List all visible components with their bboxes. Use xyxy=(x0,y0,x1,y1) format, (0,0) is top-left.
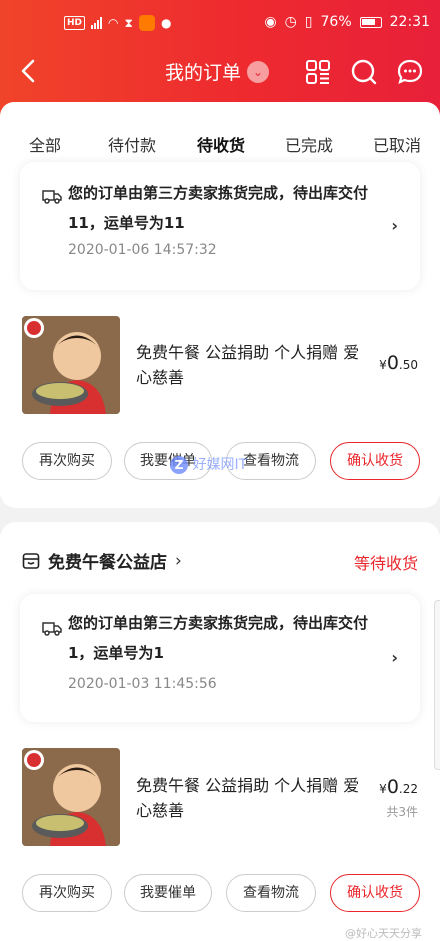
chevron-right-icon: › xyxy=(175,550,182,571)
page-title: 我的订单 xyxy=(165,62,242,84)
hd-badge: HD xyxy=(64,16,86,30)
tab-cancelled[interactable]: 已取消 xyxy=(373,132,421,156)
side-scroll-handle[interactable] xyxy=(434,600,440,770)
weibo-watermark: @好心天天分享 xyxy=(345,927,422,940)
shipping-info-box[interactable]: 您的订单由第三方卖家拣货完成，待出库交付11，运单号为11 2020-01-06… xyxy=(20,162,420,290)
vibrate-icon: ▯ xyxy=(304,14,313,30)
chevron-right-icon: › xyxy=(391,216,398,235)
price-symbol: ¥ xyxy=(379,782,387,796)
product-image[interactable] xyxy=(22,748,120,846)
eye-icon: ◉ xyxy=(264,14,277,30)
message-icon[interactable] xyxy=(396,58,424,86)
alarm-icon: ◷ xyxy=(284,14,297,30)
back-button[interactable] xyxy=(14,56,44,86)
chevron-right-icon: › xyxy=(391,648,398,667)
tab-pending-payment[interactable]: 待付款 xyxy=(108,132,156,156)
wifi-icon: ◠ xyxy=(108,16,119,30)
signal-icon xyxy=(91,17,103,29)
order-card: 免费午餐公益店 › 等待收货 您的订单由第三方卖家拣货完成，待出库交付1，运单号… xyxy=(0,522,440,941)
product-photo-icon xyxy=(22,748,120,846)
store-name: 免费午餐公益店 xyxy=(48,553,167,573)
product-price: ¥0.22 xyxy=(379,776,418,798)
tab-pending-receipt[interactable]: 待收货 xyxy=(197,132,245,156)
product-name[interactable]: 免费午餐 公益捐助 个人捐赠 爱心慈善 xyxy=(136,773,366,823)
tab-completed[interactable]: 已完成 xyxy=(285,132,333,156)
category-grid-icon[interactable] xyxy=(304,58,332,86)
clock-time: 22:31 xyxy=(389,14,430,30)
order-status: 等待收货 xyxy=(353,554,418,573)
price-decimal: .22 xyxy=(398,782,418,796)
back-arrow-icon xyxy=(21,59,35,83)
search-icon[interactable] xyxy=(350,58,378,86)
chevron-down-icon: ⌄ xyxy=(247,60,270,83)
shipping-info-text: 您的订单由第三方卖家拣货完成，待出库交付1，运单号为1 xyxy=(68,614,369,662)
wechat-icon: ● xyxy=(160,16,172,30)
price-integer: 0 xyxy=(386,776,399,798)
store-icon xyxy=(22,552,40,569)
shipping-time: 2020-01-06 14:57:32 xyxy=(68,242,217,258)
watermark-text: 好媒网IT xyxy=(192,457,248,473)
view-logistics-button[interactable]: 查看物流 xyxy=(226,874,316,912)
buy-again-button[interactable]: 再次购买 xyxy=(22,874,112,912)
price-integer: 0 xyxy=(386,352,399,374)
hourglass-icon: ⧗ xyxy=(124,15,133,30)
battery-icon xyxy=(359,16,382,28)
truck-icon xyxy=(42,190,62,204)
nav-bar: 我的订单 ⌄ xyxy=(0,44,440,100)
store-link[interactable]: 免费午餐公益店 › xyxy=(22,548,182,573)
shipping-info-box[interactable]: 您的订单由第三方卖家拣货完成，待出库交付1，运单号为1 2020-01-03 1… xyxy=(20,594,420,722)
price-symbol: ¥ xyxy=(379,358,387,372)
product-price: ¥0.50 xyxy=(379,352,418,374)
battery-percent: 76% xyxy=(320,14,352,30)
truck-icon xyxy=(42,622,62,636)
shipping-time: 2020-01-03 11:45:56 xyxy=(68,676,217,692)
title-dropdown[interactable]: 我的订单 ⌄ xyxy=(165,58,270,85)
price-decimal: .50 xyxy=(398,358,418,372)
item-quantity: 共3件 xyxy=(386,805,418,819)
status-right: ◉ ◷ ▯ 76% 22:31 xyxy=(264,14,430,30)
app-notification-icon xyxy=(138,15,155,31)
status-left: HD ◠ ⧗ ● xyxy=(64,15,171,31)
urge-order-button[interactable]: 我要催单 xyxy=(124,874,212,912)
site-watermark: Z 好媒网IT xyxy=(170,454,247,474)
status-bar: HD ◠ ⧗ ● ◉ ◷ ▯ 76% 22:31 xyxy=(0,0,440,44)
confirm-receipt-button[interactable]: 确认收货 xyxy=(330,874,420,912)
product-image[interactable] xyxy=(22,316,120,414)
confirm-receipt-button[interactable]: 确认收货 xyxy=(330,442,420,480)
shipping-info-text: 您的订单由第三方卖家拣货完成，待出库交付11，运单号为11 xyxy=(68,184,369,232)
product-photo-icon xyxy=(22,316,120,414)
product-name[interactable]: 免费午餐 公益捐助 个人捐赠 爱心慈善 xyxy=(136,340,366,390)
buy-again-button[interactable]: 再次购买 xyxy=(22,442,112,480)
tab-all[interactable]: 全部 xyxy=(29,132,61,156)
watermark-logo-icon: Z xyxy=(170,456,188,474)
